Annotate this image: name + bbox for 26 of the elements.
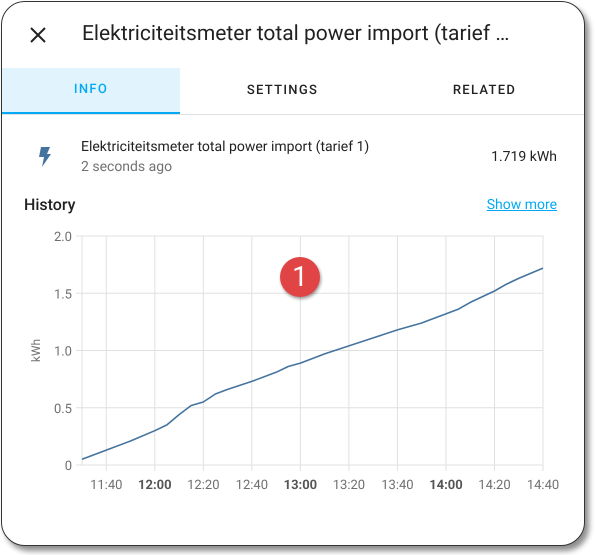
entity-state: 1.719 kWh (491, 148, 557, 166)
close-icon (30, 27, 46, 43)
y-tick-label: 1.5 (54, 287, 72, 302)
y-tick-label: 0.5 (54, 402, 72, 417)
x-tick-label: 13:00 (284, 478, 318, 493)
y-tick-label: 0 (64, 459, 72, 474)
x-tick-label: 13:40 (381, 478, 414, 493)
lightning-icon (38, 147, 52, 167)
y-tick-label: 1.0 (54, 344, 72, 360)
x-tick-label: 12:20 (187, 478, 220, 493)
x-tick-label: 14:40 (526, 478, 560, 493)
history-heading: History (24, 194, 76, 216)
entity-name: Elektriciteitsmeter total power import (tarief 1) (81, 138, 370, 157)
x-tick-label: 12:00 (138, 478, 172, 493)
tab[interactable]: RELATED (385, 68, 584, 114)
last-changed-text: 2 seconds ago (81, 158, 174, 177)
tab[interactable]: SETTINGS (180, 68, 385, 114)
x-tick-label: 11:40 (90, 478, 122, 493)
dialog-title: Elektriciteitsmeter total power import (tarief … (82, 21, 510, 48)
x-tick-label: 14:00 (429, 478, 463, 493)
y-axis-label: kWh (29, 338, 43, 362)
y-tick-label: 2.0 (54, 230, 72, 245)
x-tick-label: 14:20 (478, 478, 511, 493)
callout-badge: 1 (280, 257, 320, 297)
x-tick-label: 13:20 (332, 478, 366, 493)
x-tick-label: 12:40 (236, 478, 268, 493)
